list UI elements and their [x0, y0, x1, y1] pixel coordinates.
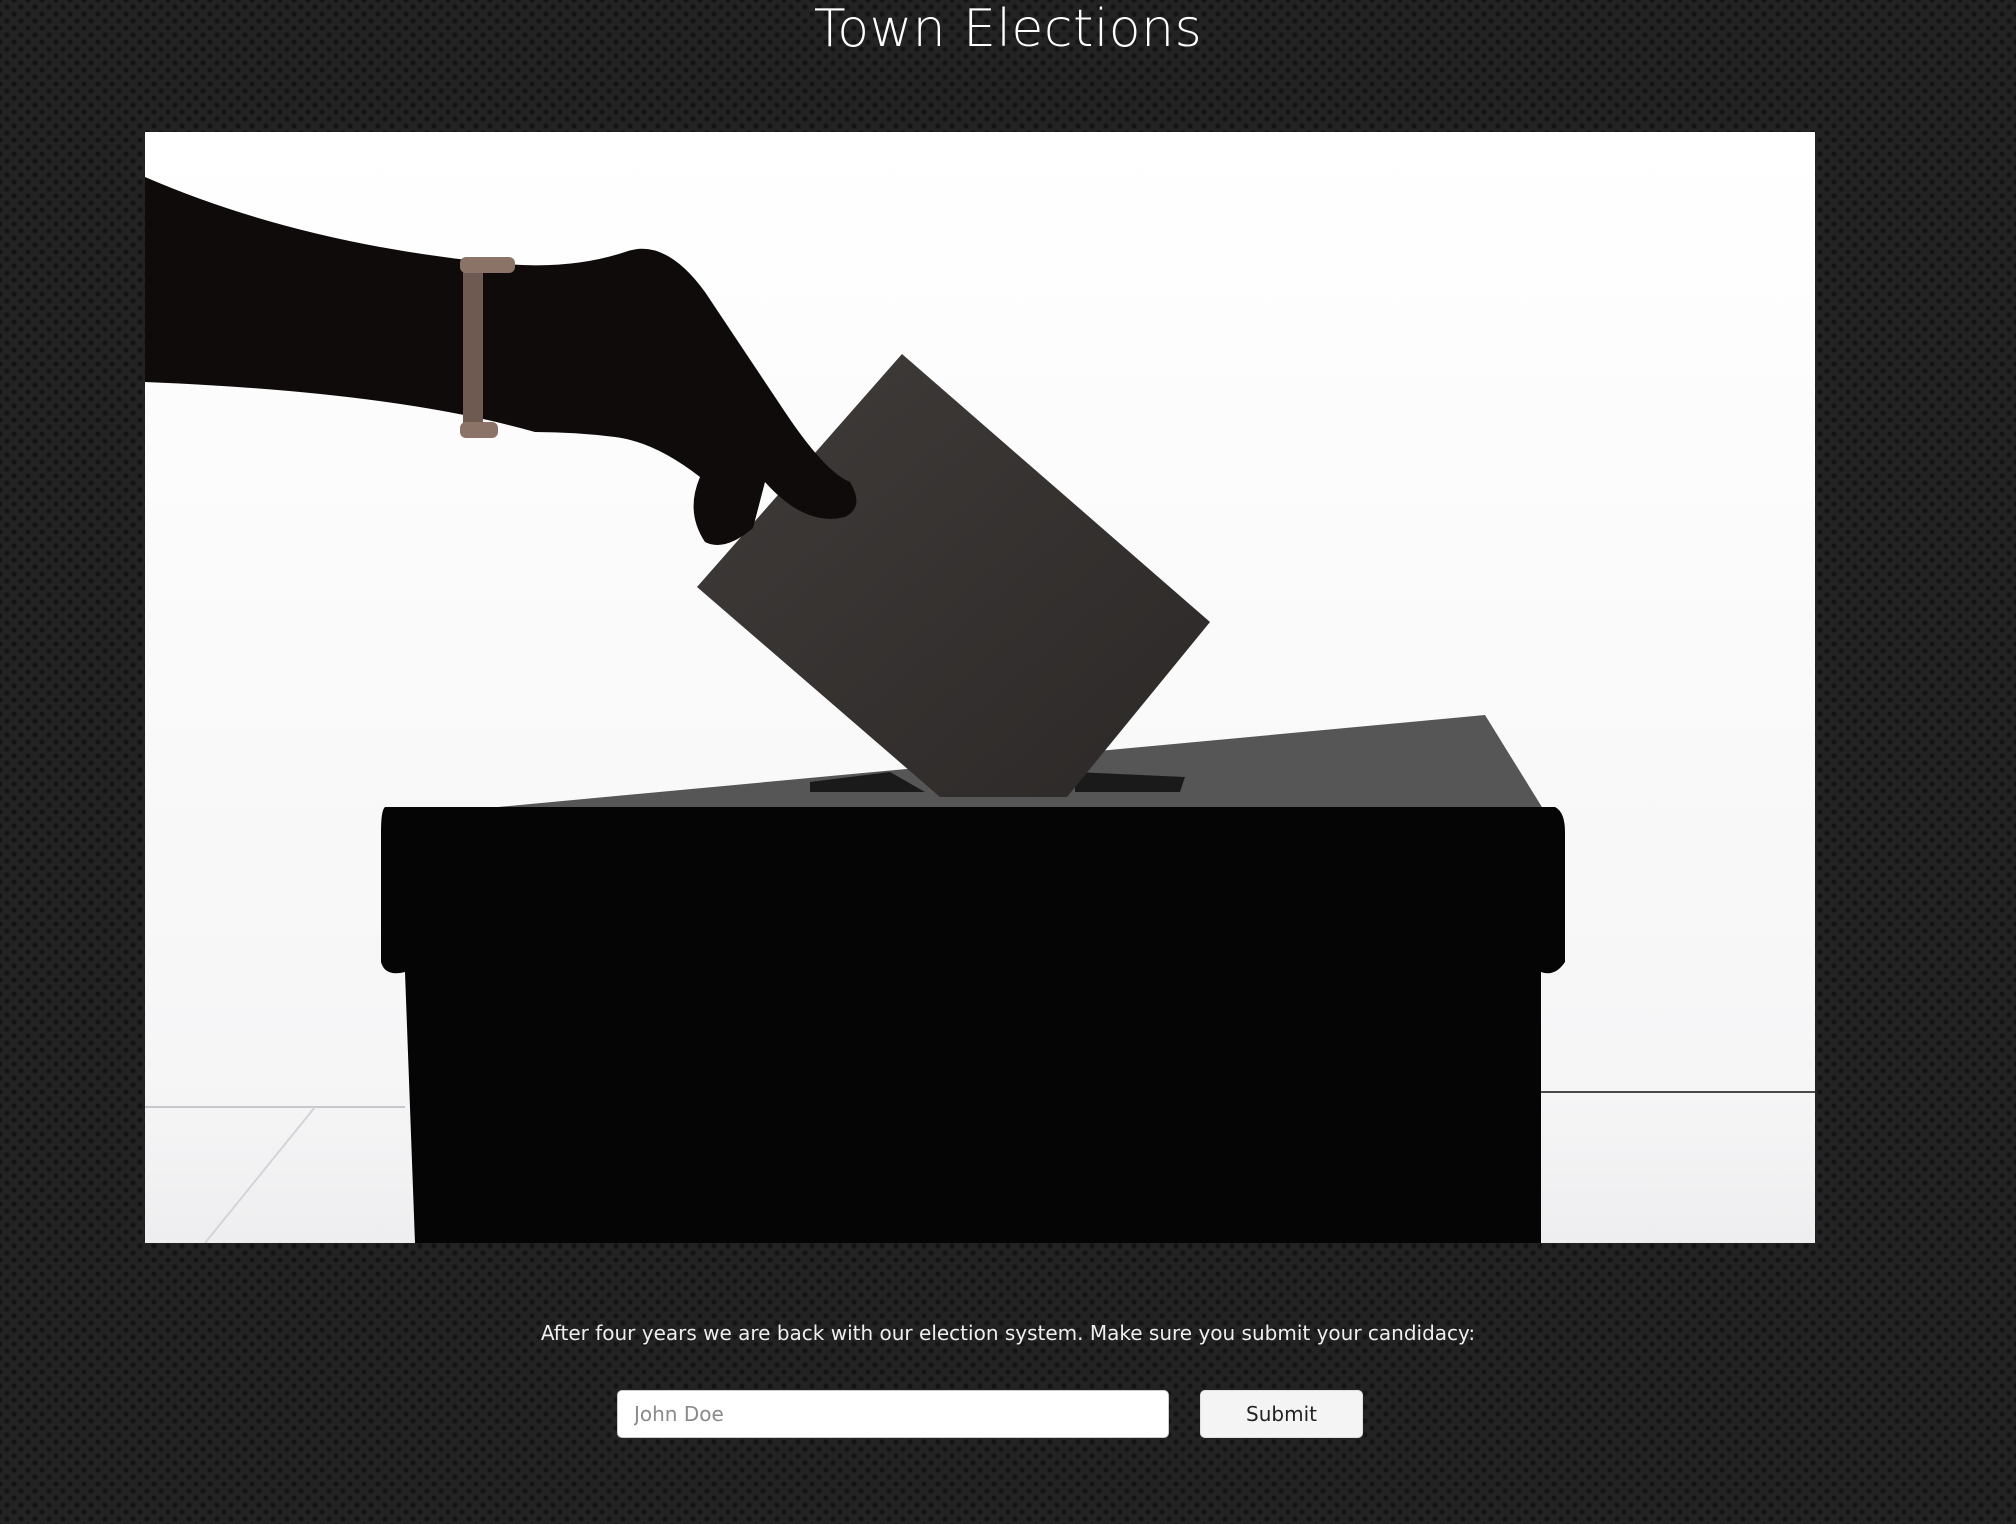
submit-button[interactable]: Submit [1200, 1390, 1363, 1438]
candidate-name-input[interactable] [617, 1390, 1169, 1438]
page-title: Town Elections [813, 0, 1203, 59]
hero-image [145, 132, 1815, 1243]
intro-text: After four years we are back with our el… [540, 1321, 1476, 1345]
